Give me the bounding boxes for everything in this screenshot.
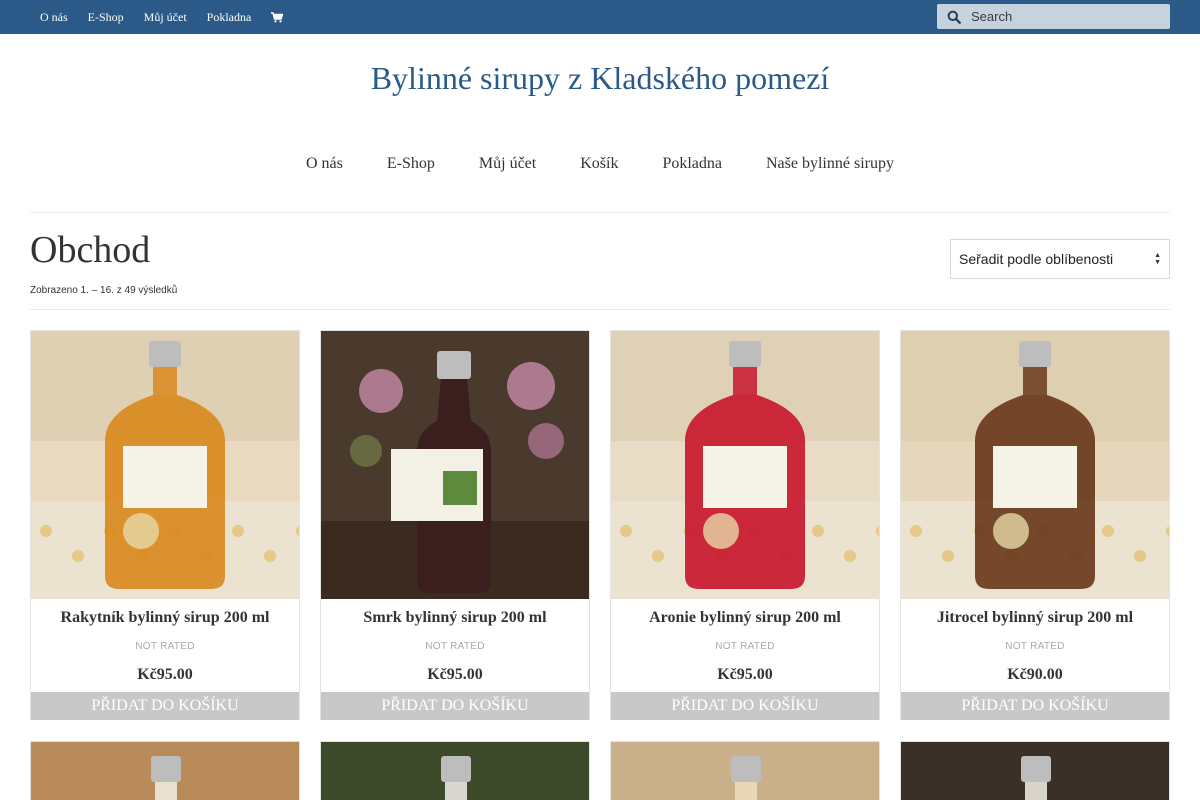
main-nav-pokladna[interactable]: Pokladna bbox=[662, 155, 722, 173]
search-icon[interactable] bbox=[937, 10, 971, 24]
product-image[interactable] bbox=[611, 331, 879, 599]
top-bar: O nás E-Shop Můj účet Pokladna bbox=[0, 0, 1200, 34]
product-card: Aronie bylinný sirup 200 ml NOT RATED Kč95… bbox=[610, 330, 880, 720]
product-name[interactable]: Smrk bylinný sirup 200 ml bbox=[321, 609, 589, 627]
top-nav-e-shop[interactable]: E-Shop bbox=[88, 10, 124, 25]
product-image[interactable] bbox=[31, 742, 299, 800]
main-nav-e-shop[interactable]: E-Shop bbox=[387, 155, 435, 173]
product-rating: NOT RATED bbox=[715, 641, 775, 652]
search-box bbox=[937, 4, 1170, 29]
main-nav-muj-ucet[interactable]: Můj účet bbox=[479, 155, 536, 173]
product-price: Kč95.00 bbox=[717, 666, 773, 683]
add-to-cart-button[interactable]: PŘIDAT DO KOŠÍKU bbox=[611, 692, 879, 720]
product-image[interactable] bbox=[901, 742, 1169, 800]
cart-icon[interactable] bbox=[271, 11, 284, 23]
product-card: Rakytník bylinný sirup 200 ml NOT RATED Kč… bbox=[30, 330, 300, 720]
select-arrows-icon: ▲ ▼ bbox=[1154, 252, 1161, 266]
product-name[interactable]: Jitrocel bylinný sirup 200 ml bbox=[901, 609, 1169, 627]
top-nav-o-nas[interactable]: O nás bbox=[40, 10, 68, 25]
main-nav-o-nas[interactable]: O nás bbox=[306, 155, 343, 173]
product-card: Jitrocel bylinný sirup 200 ml NOT RATED Kč… bbox=[900, 330, 1170, 720]
result-count: Zobrazeno 1. – 16. z 49 výsledků bbox=[30, 285, 178, 296]
product-card[interactable] bbox=[320, 741, 590, 800]
product-card[interactable] bbox=[610, 741, 880, 800]
product-card[interactable] bbox=[30, 741, 300, 800]
product-price: Kč95.00 bbox=[427, 666, 483, 683]
top-nav-muj-ucet[interactable]: Můj účet bbox=[144, 10, 187, 25]
top-nav-pokladna[interactable]: Pokladna bbox=[207, 10, 252, 25]
product-price: Kč95.00 bbox=[137, 666, 193, 683]
product-rating: NOT RATED bbox=[425, 641, 485, 652]
site-title[interactable]: Bylinné sirupy z Kladského pomezí bbox=[0, 60, 1200, 97]
product-card: Smrk bylinný sirup 200 ml NOT RATED Kč95.0… bbox=[320, 330, 590, 720]
search-input[interactable] bbox=[971, 9, 1161, 24]
product-rating: NOT RATED bbox=[135, 641, 195, 652]
product-image[interactable] bbox=[321, 742, 589, 800]
sort-select[interactable]: Seřadit podle oblíbenosti ▲ ▼ bbox=[950, 239, 1170, 279]
product-image[interactable] bbox=[31, 331, 299, 599]
product-image[interactable] bbox=[611, 742, 879, 800]
product-name[interactable]: Aronie bylinný sirup 200 ml bbox=[611, 609, 879, 627]
add-to-cart-button[interactable]: PŘIDAT DO KOŠÍKU bbox=[31, 692, 299, 720]
product-card[interactable] bbox=[900, 741, 1170, 800]
sort-selected-value: Seřadit podle oblíbenosti bbox=[959, 251, 1114, 267]
product-image[interactable] bbox=[901, 331, 1169, 599]
product-rating: NOT RATED bbox=[1005, 641, 1065, 652]
add-to-cart-button[interactable]: PŘIDAT DO KOŠÍKU bbox=[321, 692, 589, 720]
page-title: Obchod bbox=[30, 229, 151, 271]
add-to-cart-button[interactable]: PŘIDAT DO KOŠÍKU bbox=[901, 692, 1169, 720]
top-nav: O nás E-Shop Můj účet Pokladna bbox=[30, 0, 284, 34]
main-nav-kosik[interactable]: Košík bbox=[580, 155, 618, 173]
divider bbox=[30, 309, 1170, 310]
product-name[interactable]: Rakytník bylinný sirup 200 ml bbox=[31, 609, 299, 627]
product-image[interactable] bbox=[321, 331, 589, 599]
product-price: Kč90.00 bbox=[1007, 666, 1063, 683]
main-nav-nase-bylinne-sirupy[interactable]: Naše bylinné sirupy bbox=[766, 155, 894, 173]
divider bbox=[30, 212, 1170, 213]
main-nav: O nás E-Shop Můj účet Košík Pokladna Naš… bbox=[0, 155, 1200, 173]
